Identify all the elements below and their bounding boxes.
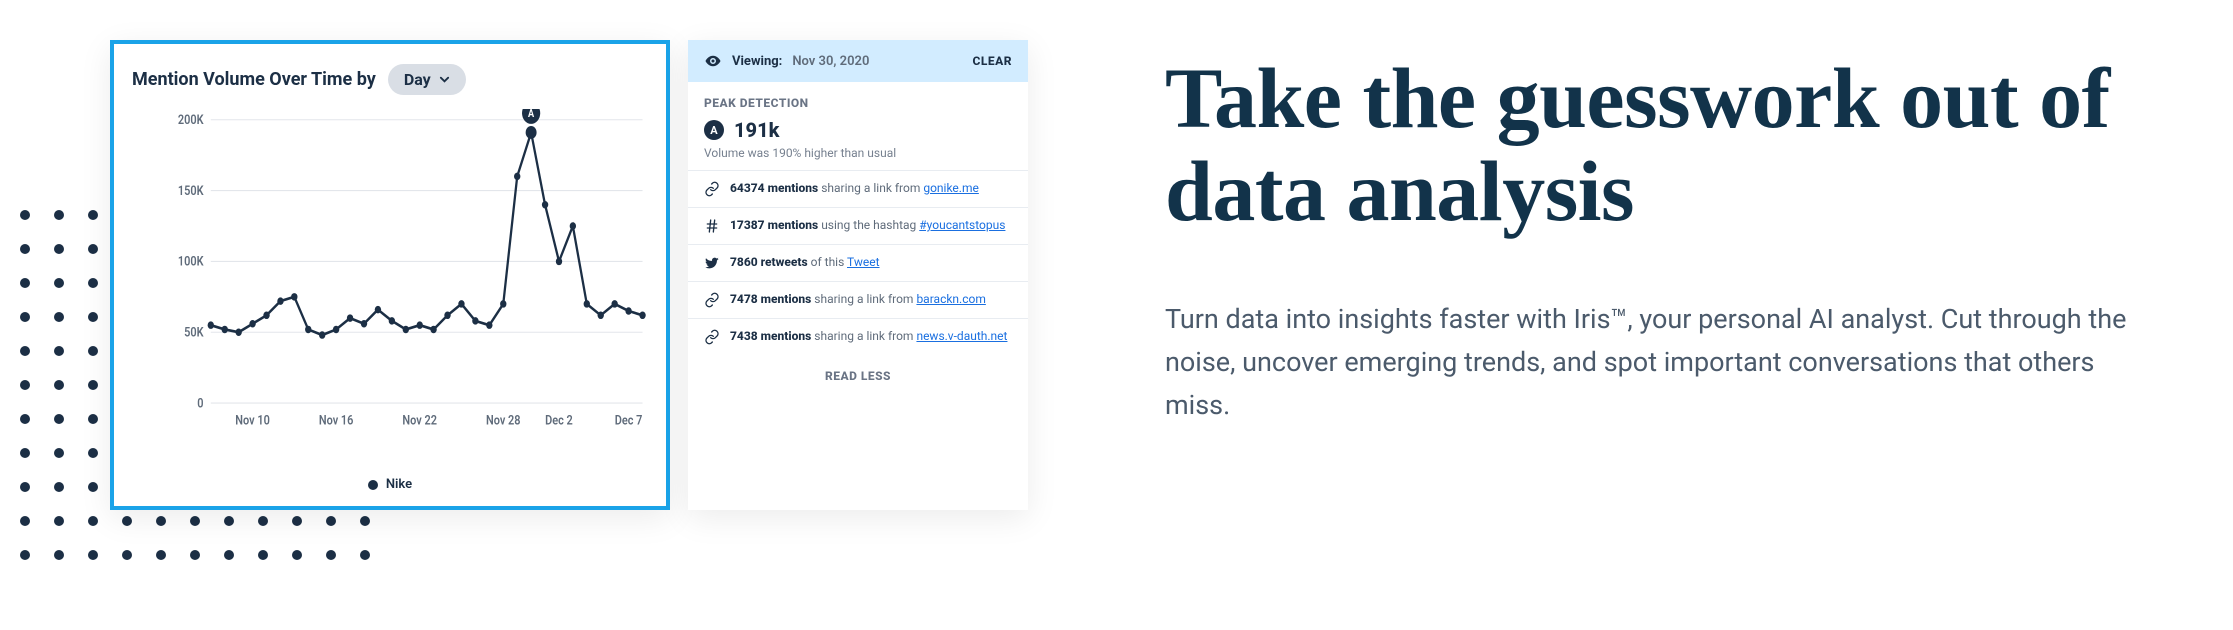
link-icon <box>704 329 720 345</box>
svg-text:Nov 22: Nov 22 <box>402 413 437 428</box>
detail-link[interactable]: gonike.me <box>923 181 979 195</box>
detail-link[interactable]: Tweet <box>847 255 880 269</box>
viewing-date: Nov 30, 2020 <box>792 54 869 69</box>
svg-text:0: 0 <box>197 396 203 411</box>
chart-legend: Nike <box>132 477 648 492</box>
svg-text:200K: 200K <box>178 112 204 127</box>
chart-plot-area: 0 50K 100K 150K 200K Nov 10 Nov 16 Nov 22 Nov 28… <box>132 109 648 471</box>
detail-link[interactable]: news.v-dauth.net <box>916 329 1007 343</box>
viewing-label: Viewing: <box>732 54 782 69</box>
granularity-label: Day <box>404 70 431 89</box>
svg-text:Nov 16: Nov 16 <box>319 413 354 428</box>
chart-header: Mention Volume Over Time by Day <box>132 64 648 95</box>
detail-text: 7860 retweets of this Tweet <box>730 255 880 269</box>
detail-text: 7478 mentions sharing a link from barack… <box>730 292 986 306</box>
chart-title: Mention Volume Over Time by <box>132 69 376 90</box>
detail-text: 64374 mentions sharing a link from gonik… <box>730 181 979 195</box>
svg-text:Dec 2: Dec 2 <box>545 413 573 428</box>
peak-detail-row: 7860 retweets of this Tweet <box>688 244 1028 281</box>
peak-detection-panel: Viewing: Nov 30, 2020 CLEAR PEAK DETECTI… <box>688 40 1028 510</box>
page-headline: Take the guesswork out of data analysis <box>1165 52 2175 238</box>
clear-button[interactable]: CLEAR <box>973 54 1012 68</box>
svg-text:Dec 7: Dec 7 <box>615 413 643 428</box>
peak-value: 191k <box>734 118 779 142</box>
peak-detail-row: 64374 mentions sharing a link from gonik… <box>688 170 1028 207</box>
viewing-bar: Viewing: Nov 30, 2020 CLEAR <box>688 40 1028 82</box>
detail-link[interactable]: #youcantstopus <box>919 218 1005 232</box>
svg-text:150K: 150K <box>178 183 204 198</box>
detail-link[interactable]: barackn.com <box>916 292 985 306</box>
svg-text:Nov 10: Nov 10 <box>235 413 270 428</box>
peak-detail-row: 17387 mentions using the hashtag #youcan… <box>688 207 1028 244</box>
chart-card: Mention Volume Over Time by Day 0 50K 100K… <box>110 40 670 510</box>
dashboard-preview: Mention Volume Over Time by Day 0 50K 100K… <box>110 40 1070 510</box>
peak-detail-row: 7478 mentions sharing a link from barack… <box>688 281 1028 318</box>
legend-color-swatch <box>368 480 378 490</box>
eye-icon <box>704 52 722 70</box>
svg-text:50K: 50K <box>184 325 204 340</box>
peak-subtext: Volume was 190% higher than usual <box>688 146 1028 170</box>
granularity-dropdown[interactable]: Day <box>388 64 466 95</box>
svg-text:100K: 100K <box>178 254 204 269</box>
svg-text:Nov 28: Nov 28 <box>486 413 521 428</box>
peak-marker-badge: A <box>704 120 724 140</box>
peak-detail-list: 64374 mentions sharing a link from gonik… <box>688 170 1028 355</box>
svg-text:A: A <box>528 109 534 120</box>
twitter-icon <box>704 255 720 271</box>
hashtag-icon <box>704 218 720 234</box>
link-icon <box>704 292 720 308</box>
peak-section-title: PEAK DETECTION <box>688 82 1028 118</box>
marketing-copy: Take the guesswork out of data analysis … <box>1165 52 2175 427</box>
peak-detail-row: 7438 mentions sharing a link from news.v… <box>688 318 1028 355</box>
page-subcopy: Turn data into insights faster with Iris… <box>1165 298 2165 428</box>
peak-headline: A 191k <box>688 118 1028 146</box>
read-less-button[interactable]: READ LESS <box>688 355 1028 399</box>
link-icon <box>704 181 720 197</box>
detail-text: 7438 mentions sharing a link from news.v… <box>730 329 1007 343</box>
chevron-down-icon <box>439 74 450 85</box>
line-chart-svg: 0 50K 100K 150K 200K Nov 10 Nov 16 Nov 22 Nov 28… <box>178 109 648 431</box>
detail-text: 17387 mentions using the hashtag #youcan… <box>730 218 1005 232</box>
legend-series-name: Nike <box>386 477 412 492</box>
